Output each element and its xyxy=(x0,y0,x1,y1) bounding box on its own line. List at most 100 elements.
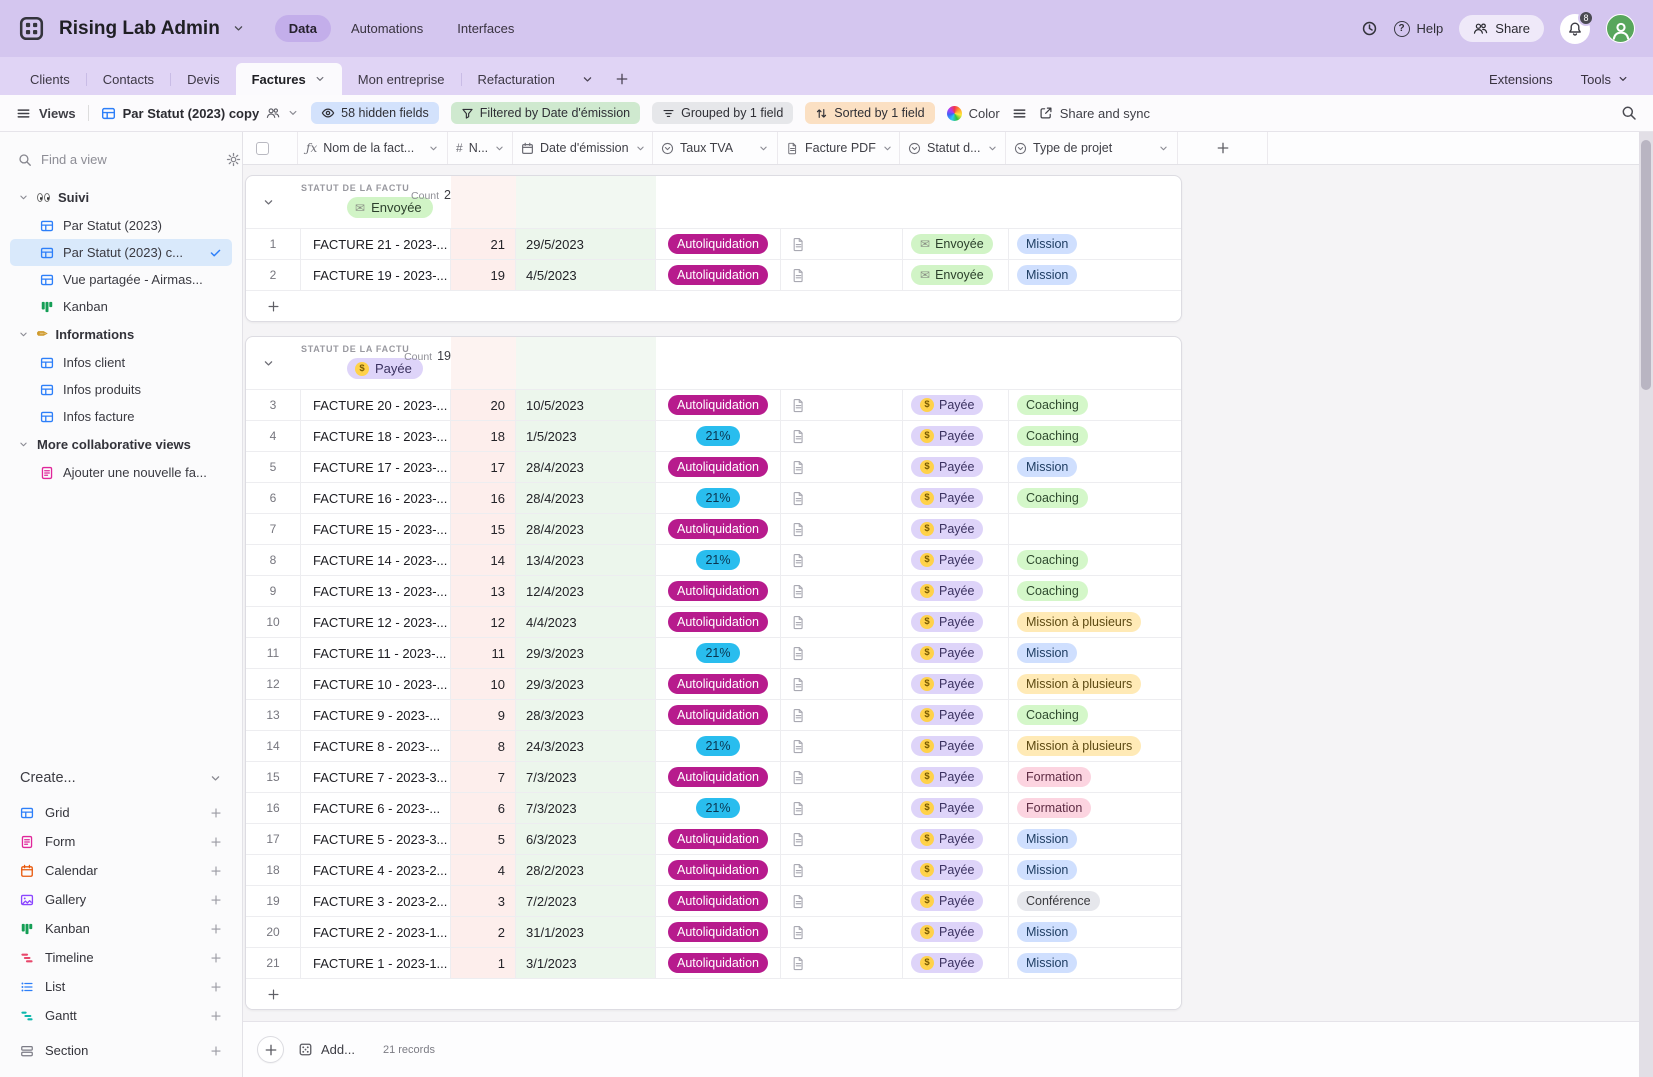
cell-project-type[interactable]: Coaching xyxy=(1009,483,1181,513)
table-row[interactable]: 6 FACTURE 16 - 2023-... 16 28/4/2023 21% $ Pay… xyxy=(246,482,1181,513)
color-button[interactable]: Color xyxy=(946,105,1000,121)
create-timeline[interactable]: Timeline xyxy=(18,943,224,972)
cell-date[interactable]: 13/4/2023 xyxy=(516,545,656,575)
chevron-down-icon[interactable] xyxy=(882,143,893,154)
cell-name[interactable]: FACTURE 15 - 2023-... xyxy=(301,514,451,544)
vertical-scrollbar[interactable] xyxy=(1639,132,1653,1077)
app-title-chevron-icon[interactable] xyxy=(232,22,245,35)
cell-pdf[interactable] xyxy=(781,824,903,854)
cell-date[interactable]: 29/5/2023 xyxy=(516,229,656,259)
add-table-button[interactable] xyxy=(605,63,639,95)
table-row[interactable]: 21 FACTURE 1 - 2023-1... 1 3/1/2023 Autoliqu… xyxy=(246,947,1181,978)
cell-pdf[interactable] xyxy=(781,260,903,290)
cell-project-type[interactable]: Mission xyxy=(1009,917,1181,947)
cell-invoice-number[interactable]: 18 xyxy=(451,421,516,451)
app-icon[interactable] xyxy=(18,15,45,42)
table-row[interactable]: 13 FACTURE 9 - 2023-... 9 28/3/2023 Autoliqu… xyxy=(246,699,1181,730)
cell-pdf[interactable] xyxy=(781,700,903,730)
cell-tva[interactable]: Autoliquidation xyxy=(656,824,781,854)
cell-project-type[interactable] xyxy=(1009,514,1181,544)
cell-pdf[interactable] xyxy=(781,483,903,513)
cell-invoice-number[interactable]: 13 xyxy=(451,576,516,606)
cell-date[interactable]: 24/3/2023 xyxy=(516,731,656,761)
table-row[interactable]: 2 FACTURE 19 - 2023-... 19 4/5/2023 Autoliqu… xyxy=(246,259,1181,290)
cell-project-type[interactable]: Coaching xyxy=(1009,545,1181,575)
cell-status[interactable]: $ Payée xyxy=(903,886,1009,916)
cell-date[interactable]: 1/5/2023 xyxy=(516,421,656,451)
table-list-chevron-icon[interactable] xyxy=(571,63,605,95)
plus-icon[interactable] xyxy=(210,981,222,993)
group-collapse-button[interactable] xyxy=(246,337,301,389)
column-header-date-d-mission[interactable]: Date d'émission xyxy=(513,132,653,164)
column-header-statut-d-[interactable]: Statut d... xyxy=(900,132,1006,164)
cell-date[interactable]: 29/3/2023 xyxy=(516,669,656,699)
cell-tva[interactable]: 21% xyxy=(656,793,781,823)
add-record-button[interactable] xyxy=(257,1036,284,1063)
cell-tva[interactable]: Autoliquidation xyxy=(656,855,781,885)
cell-tva[interactable]: Autoliquidation xyxy=(656,948,781,978)
cell-name[interactable]: FACTURE 14 - 2023-... xyxy=(301,545,451,575)
cell-date[interactable]: 7/2/2023 xyxy=(516,886,656,916)
cell-project-type[interactable]: Mission xyxy=(1009,824,1181,854)
cell-tva[interactable]: Autoliquidation xyxy=(656,762,781,792)
cell-name[interactable]: FACTURE 1 - 2023-1... xyxy=(301,948,451,978)
group-button[interactable]: Grouped by 1 field xyxy=(652,102,794,124)
hidden-fields-button[interactable]: 58 hidden fields xyxy=(311,102,439,124)
cell-date[interactable]: 28/3/2023 xyxy=(516,700,656,730)
cell-name[interactable]: FACTURE 2 - 2023-1... xyxy=(301,917,451,947)
cell-name[interactable]: FACTURE 5 - 2023-3... xyxy=(301,824,451,854)
create-section[interactable]: Section xyxy=(18,1036,224,1065)
cell-name[interactable]: FACTURE 10 - 2023-... xyxy=(301,669,451,699)
cell-pdf[interactable] xyxy=(781,669,903,699)
cell-status[interactable]: $ Payée xyxy=(903,793,1009,823)
find-view-input[interactable] xyxy=(41,152,217,167)
table-row[interactable]: 15 FACTURE 7 - 2023-3... 7 7/3/2023 Autoliqu… xyxy=(246,761,1181,792)
cell-invoice-number[interactable]: 20 xyxy=(451,390,516,420)
cell-pdf[interactable] xyxy=(781,917,903,947)
chevron-down-icon[interactable] xyxy=(1158,143,1169,154)
cell-invoice-number[interactable]: 5 xyxy=(451,824,516,854)
cell-project-type[interactable]: Mission xyxy=(1009,229,1181,259)
cell-invoice-number[interactable]: 17 xyxy=(451,452,516,482)
table-row[interactable]: 18 FACTURE 4 - 2023-2... 4 28/2/2023 Autoliq… xyxy=(246,854,1181,885)
cell-pdf[interactable] xyxy=(781,545,903,575)
topnav-data[interactable]: Data xyxy=(274,15,331,42)
cell-pdf[interactable] xyxy=(781,762,903,792)
cell-pdf[interactable] xyxy=(781,421,903,451)
table-row[interactable]: 7 FACTURE 15 - 2023-... 15 28/4/2023 Autoliq… xyxy=(246,513,1181,544)
cell-pdf[interactable] xyxy=(781,607,903,637)
create-kanban[interactable]: Kanban xyxy=(18,914,224,943)
topnav-automations[interactable]: Automations xyxy=(337,15,437,42)
chevron-down-icon[interactable] xyxy=(428,143,439,154)
cell-name[interactable]: FACTURE 8 - 2023-... xyxy=(301,731,451,761)
avatar[interactable] xyxy=(1606,14,1635,43)
cell-name[interactable]: FACTURE 21 - 2023-... xyxy=(301,229,451,259)
help-button[interactable]: ? Help xyxy=(1393,20,1443,37)
plus-icon[interactable] xyxy=(210,1010,222,1022)
cell-tva[interactable]: Autoliquidation xyxy=(656,229,781,259)
add-record-row[interactable] xyxy=(246,978,1181,1009)
cell-invoice-number[interactable]: 16 xyxy=(451,483,516,513)
cell-project-type[interactable]: Coaching xyxy=(1009,421,1181,451)
sidebar-view-ajouter-une-nouvelle-fa-[interactable]: Ajouter une nouvelle fa... xyxy=(10,459,232,486)
cell-pdf[interactable] xyxy=(781,229,903,259)
chevron-down-icon[interactable] xyxy=(758,143,769,154)
tab-contacts[interactable]: Contacts xyxy=(87,63,170,95)
table-row[interactable]: 1 FACTURE 21 - 2023-... 21 29/5/2023 Autoliq… xyxy=(246,228,1181,259)
cell-project-type[interactable]: Coaching xyxy=(1009,700,1181,730)
tab-factures[interactable]: Factures xyxy=(235,63,342,95)
cell-name[interactable]: FACTURE 6 - 2023-... xyxy=(301,793,451,823)
cell-invoice-number[interactable]: 14 xyxy=(451,545,516,575)
cell-invoice-number[interactable]: 6 xyxy=(451,793,516,823)
cell-project-type[interactable]: Mission à plusieurs xyxy=(1009,607,1181,637)
cell-invoice-number[interactable]: 11 xyxy=(451,638,516,668)
add-record-row[interactable] xyxy=(246,290,1181,321)
history-icon[interactable] xyxy=(1361,20,1378,37)
cell-date[interactable]: 4/5/2023 xyxy=(516,260,656,290)
plus-icon[interactable] xyxy=(210,894,222,906)
chevron-down-icon[interactable] xyxy=(494,143,505,154)
group-collapse-button[interactable] xyxy=(246,176,301,228)
sidebar-view-par-statut-2023-[interactable]: Par Statut (2023) xyxy=(10,212,232,239)
cell-invoice-number[interactable]: 9 xyxy=(451,700,516,730)
create-gallery[interactable]: Gallery xyxy=(18,885,224,914)
